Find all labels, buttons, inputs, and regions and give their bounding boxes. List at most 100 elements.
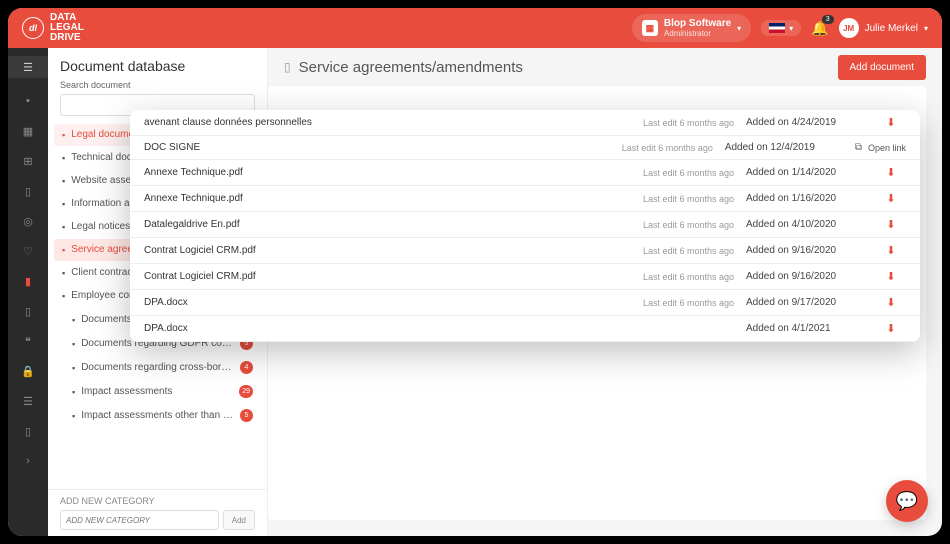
org-switcher[interactable]: ▦ Blop Software Administrator ▾ xyxy=(632,14,751,42)
topbar: dl DATALEGALDRIVE ▦ Blop Software Admini… xyxy=(8,8,942,48)
add-document-button[interactable]: Add document xyxy=(838,55,927,80)
document-row[interactable]: DOC SIGNELast edit 6 months agoAdded on … xyxy=(130,136,920,160)
document-name: DPA.docx xyxy=(144,297,643,308)
rail-menu-icon[interactable]: ☰ xyxy=(8,56,48,78)
chevron-down-icon: ▾ xyxy=(789,24,793,33)
rail-document-icon[interactable]: ▯ xyxy=(21,184,35,198)
user-menu[interactable]: JM Julie Merkel ▾ xyxy=(839,18,928,38)
download-button[interactable]: ⬇ xyxy=(876,322,906,335)
document-edit-time: Last edit 6 months ago xyxy=(643,246,734,256)
rail-lock-icon[interactable]: 🔒 xyxy=(21,364,35,378)
sidebar-title: Document database xyxy=(48,48,267,80)
chevron-down-icon: ▾ xyxy=(924,24,928,33)
document-name: Annexe Technique.pdf xyxy=(144,193,643,204)
document-row[interactable]: avenant clause données personnellesLast … xyxy=(130,110,920,136)
download-button[interactable]: ⬇ xyxy=(876,296,906,309)
download-icon: ⬇ xyxy=(886,323,895,335)
rail-clipboard-icon[interactable]: ▯ xyxy=(21,424,35,438)
document-date: Added on 4/24/2019 xyxy=(746,117,866,128)
add-category-button[interactable]: Add xyxy=(223,510,255,530)
folder-icon: ▪ xyxy=(72,387,75,397)
rail-quote-icon[interactable]: ❝ xyxy=(21,334,35,348)
folder-icon: ▪ xyxy=(62,199,65,209)
external-link-icon: ⧉ xyxy=(855,142,862,153)
documents-popover: avenant clause données personnellesLast … xyxy=(130,110,920,342)
sidebar-item[interactable]: ▪Impact assessments other than the CNIL'… xyxy=(64,404,261,427)
sidebar-item-label: Documents regarding cross-border flows o… xyxy=(81,362,234,374)
document-row[interactable]: Datalegaldrive En.pdfLast edit 6 months … xyxy=(130,212,920,238)
rail-dashboard-icon[interactable]: ▪ xyxy=(21,94,35,108)
add-category-title: ADD NEW CATEGORY xyxy=(60,496,255,506)
document-name: Datalegaldrive En.pdf xyxy=(144,219,643,230)
document-name: DOC SIGNE xyxy=(144,142,622,153)
download-icon: ⬇ xyxy=(886,297,895,309)
document-edit-time: Last edit 6 months ago xyxy=(643,118,734,128)
building-icon: ▦ xyxy=(642,20,658,36)
count-badge: 4 xyxy=(240,361,253,374)
download-icon: ⬇ xyxy=(886,117,895,129)
chevron-down-icon: ▾ xyxy=(737,24,741,33)
chat-icon: 💬 xyxy=(896,491,918,512)
chat-button[interactable]: 💬 xyxy=(886,480,928,522)
folder-icon: ▪ xyxy=(72,411,75,421)
download-button[interactable]: ⬇ xyxy=(876,192,906,205)
rail-chevron-icon[interactable]: › xyxy=(21,454,35,468)
rail-calendar-icon[interactable]: ▦ xyxy=(21,124,35,138)
document-row[interactable]: DPA.docxLast edit 6 months ago Added on 9… xyxy=(130,290,920,316)
page-title: Service agreements/amendments xyxy=(299,59,523,76)
download-button[interactable]: ⬇ xyxy=(876,244,906,257)
document-row[interactable]: Contrat Logiciel CRM.pdfLast edit 6 mont… xyxy=(130,264,920,290)
rail-shield-icon[interactable]: ♡ xyxy=(21,244,35,258)
folder-icon: ▪ xyxy=(62,222,65,232)
rail-target-icon[interactable]: ◎ xyxy=(21,214,35,228)
document-date: Added on 4/1/2021 xyxy=(746,323,866,334)
notification-badge: 3 xyxy=(822,15,834,24)
document-row[interactable]: Annexe Technique.pdfLast edit 6 months a… xyxy=(130,186,920,212)
document-edit-time: Last edit 6 months ago xyxy=(643,168,734,178)
document-name: Contrat Logiciel CRM.pdf xyxy=(144,245,643,256)
search-label: Search document xyxy=(48,80,267,94)
download-button[interactable]: ⬇ xyxy=(876,270,906,283)
add-category-input[interactable] xyxy=(60,510,219,530)
folder-icon: ▪ xyxy=(62,268,65,278)
document-edit-time: Last edit 6 months ago xyxy=(643,298,734,308)
document-date: Added on 4/10/2020 xyxy=(746,219,866,230)
download-button[interactable]: ⬇ xyxy=(876,218,906,231)
document-name: Contrat Logiciel CRM.pdf xyxy=(144,271,643,282)
folder-icon: ▪ xyxy=(72,339,75,349)
folder-icon: ▪ xyxy=(72,315,75,325)
download-icon: ⬇ xyxy=(886,167,895,179)
document-edit-time: Last edit 6 months ago xyxy=(643,272,734,282)
document-date: Added on 12/4/2019 xyxy=(725,142,845,153)
sidebar-item-label: Impact assessments xyxy=(81,386,233,398)
document-edit-time: Last edit 6 months ago xyxy=(643,194,734,204)
document-date: Added on 1/16/2020 xyxy=(746,193,866,204)
download-icon: ⬇ xyxy=(886,219,895,231)
document-row[interactable]: DPA.docxAdded on 4/1/2021⬇ xyxy=(130,316,920,342)
folder-icon: ▪ xyxy=(62,176,65,186)
folder-icon: ▪ xyxy=(72,363,75,373)
download-icon: ⬇ xyxy=(886,245,895,257)
flag-icon xyxy=(769,23,785,33)
logo[interactable]: dl DATALEGALDRIVE xyxy=(22,13,84,43)
rail-table-icon[interactable]: ⊞ xyxy=(21,154,35,168)
open-link-button[interactable]: Open link xyxy=(868,143,906,153)
sidebar-item[interactable]: ▪ Documents regarding cross-border flows … xyxy=(64,356,261,379)
download-button[interactable]: ⬇ xyxy=(876,166,906,179)
rail-file-icon[interactable]: ▯ xyxy=(21,304,35,318)
download-button[interactable]: ⬇ xyxy=(876,116,906,129)
rail-docs-icon[interactable]: ▮ xyxy=(21,274,35,288)
document-date: Added on 1/14/2020 xyxy=(746,167,866,178)
count-badge: 29 xyxy=(239,385,253,398)
notifications-button[interactable]: 🔔 3 xyxy=(811,20,828,37)
document-icon: ▯ xyxy=(284,60,291,74)
avatar: JM xyxy=(839,18,859,38)
count-badge: 5 xyxy=(240,409,253,422)
document-row[interactable]: Annexe Technique.pdfLast edit 6 months a… xyxy=(130,160,920,186)
document-row[interactable]: Contrat Logiciel CRM.pdfLast edit 6 mont… xyxy=(130,238,920,264)
language-selector[interactable]: ▾ xyxy=(761,20,801,36)
document-date: Added on 9/17/2020 xyxy=(746,297,866,308)
document-date: Added on 9/16/2020 xyxy=(746,271,866,282)
rail-list-icon[interactable]: ☰ xyxy=(21,394,35,408)
sidebar-item[interactable]: ▪ Impact assessments 29 xyxy=(64,380,261,403)
